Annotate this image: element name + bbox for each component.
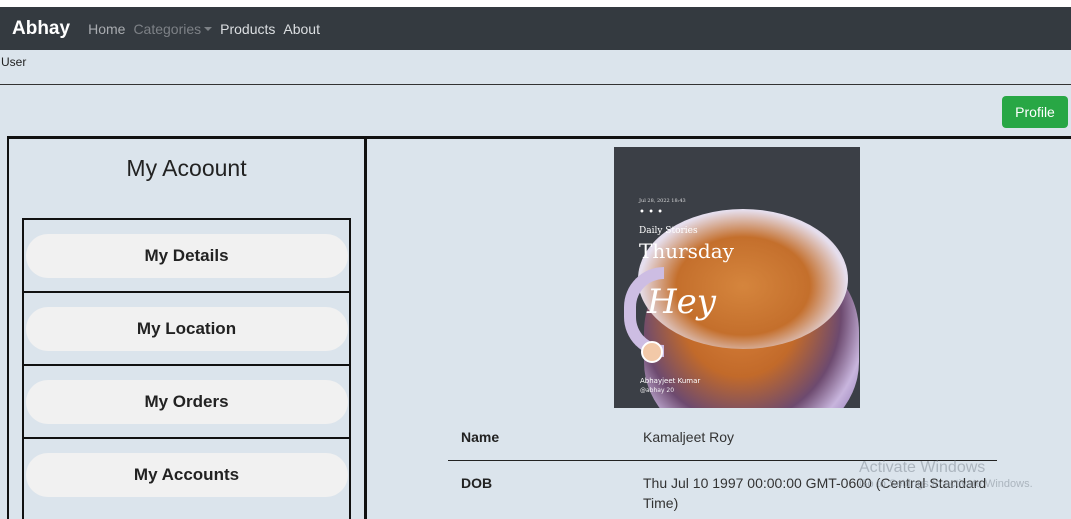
name-label: Name <box>461 429 500 445</box>
nav-categories-dropdown[interactable]: Categories <box>133 20 213 37</box>
my-orders-button[interactable]: My Orders <box>25 380 348 424</box>
left-border <box>7 136 9 519</box>
photo-subtitle: Daily Stories <box>639 226 698 236</box>
menu-item-my-details: My Details <box>22 218 351 292</box>
menu-item-my-location: My Location <box>22 291 351 365</box>
photo-handle: @abhay 20 <box>640 387 675 394</box>
dob-label: DOB <box>461 475 493 491</box>
my-accounts-button[interactable]: My Accounts <box>25 453 348 497</box>
photo-date: Jul 28, 2022 18:43 <box>639 198 686 204</box>
account-title: My Acoount <box>126 155 247 181</box>
nav-categories-label: Categories <box>133 20 202 37</box>
activation-watermark: Activate Windows Go to Settings to activ… <box>859 459 1033 490</box>
photo-author: Abhayjeet Kumar <box>640 377 701 385</box>
caret-down-icon <box>204 27 213 31</box>
user-row: User <box>0 50 1071 85</box>
nav-products-link[interactable]: Products <box>220 21 275 37</box>
nav-home-link[interactable]: Home <box>88 21 125 37</box>
profile-row: Profile <box>0 86 1071 136</box>
navbar: Abhay Home Categories Products About <box>0 7 1071 50</box>
user-label: User <box>1 55 27 69</box>
photo-day: Thursday <box>639 239 734 263</box>
brand-logo[interactable]: Abhay <box>12 18 70 40</box>
my-details-button[interactable]: My Details <box>25 234 348 278</box>
column-divider <box>364 136 367 519</box>
profile-button[interactable]: Profile <box>1002 96 1068 128</box>
my-location-button[interactable]: My Location <box>25 307 348 351</box>
nav-about-link[interactable]: About <box>283 21 320 37</box>
top-strip <box>0 0 1071 7</box>
photo-dots: • • • <box>639 207 664 218</box>
avatar <box>641 341 663 363</box>
profile-photo: Jul 28, 2022 18:43 • • • Daily Stories T… <box>614 147 860 408</box>
name-value: Kamaljeet Roy <box>643 429 735 445</box>
section-divider <box>7 136 1071 139</box>
watermark-subtitle: Go to Settings to activate Windows. <box>859 478 1033 490</box>
watermark-title: Activate Windows <box>859 459 986 476</box>
photo-greeting: Hey <box>647 282 716 322</box>
menu-item-my-accounts: My Accounts <box>22 437 351 511</box>
menu-item-my-orders: My Orders <box>22 364 351 438</box>
